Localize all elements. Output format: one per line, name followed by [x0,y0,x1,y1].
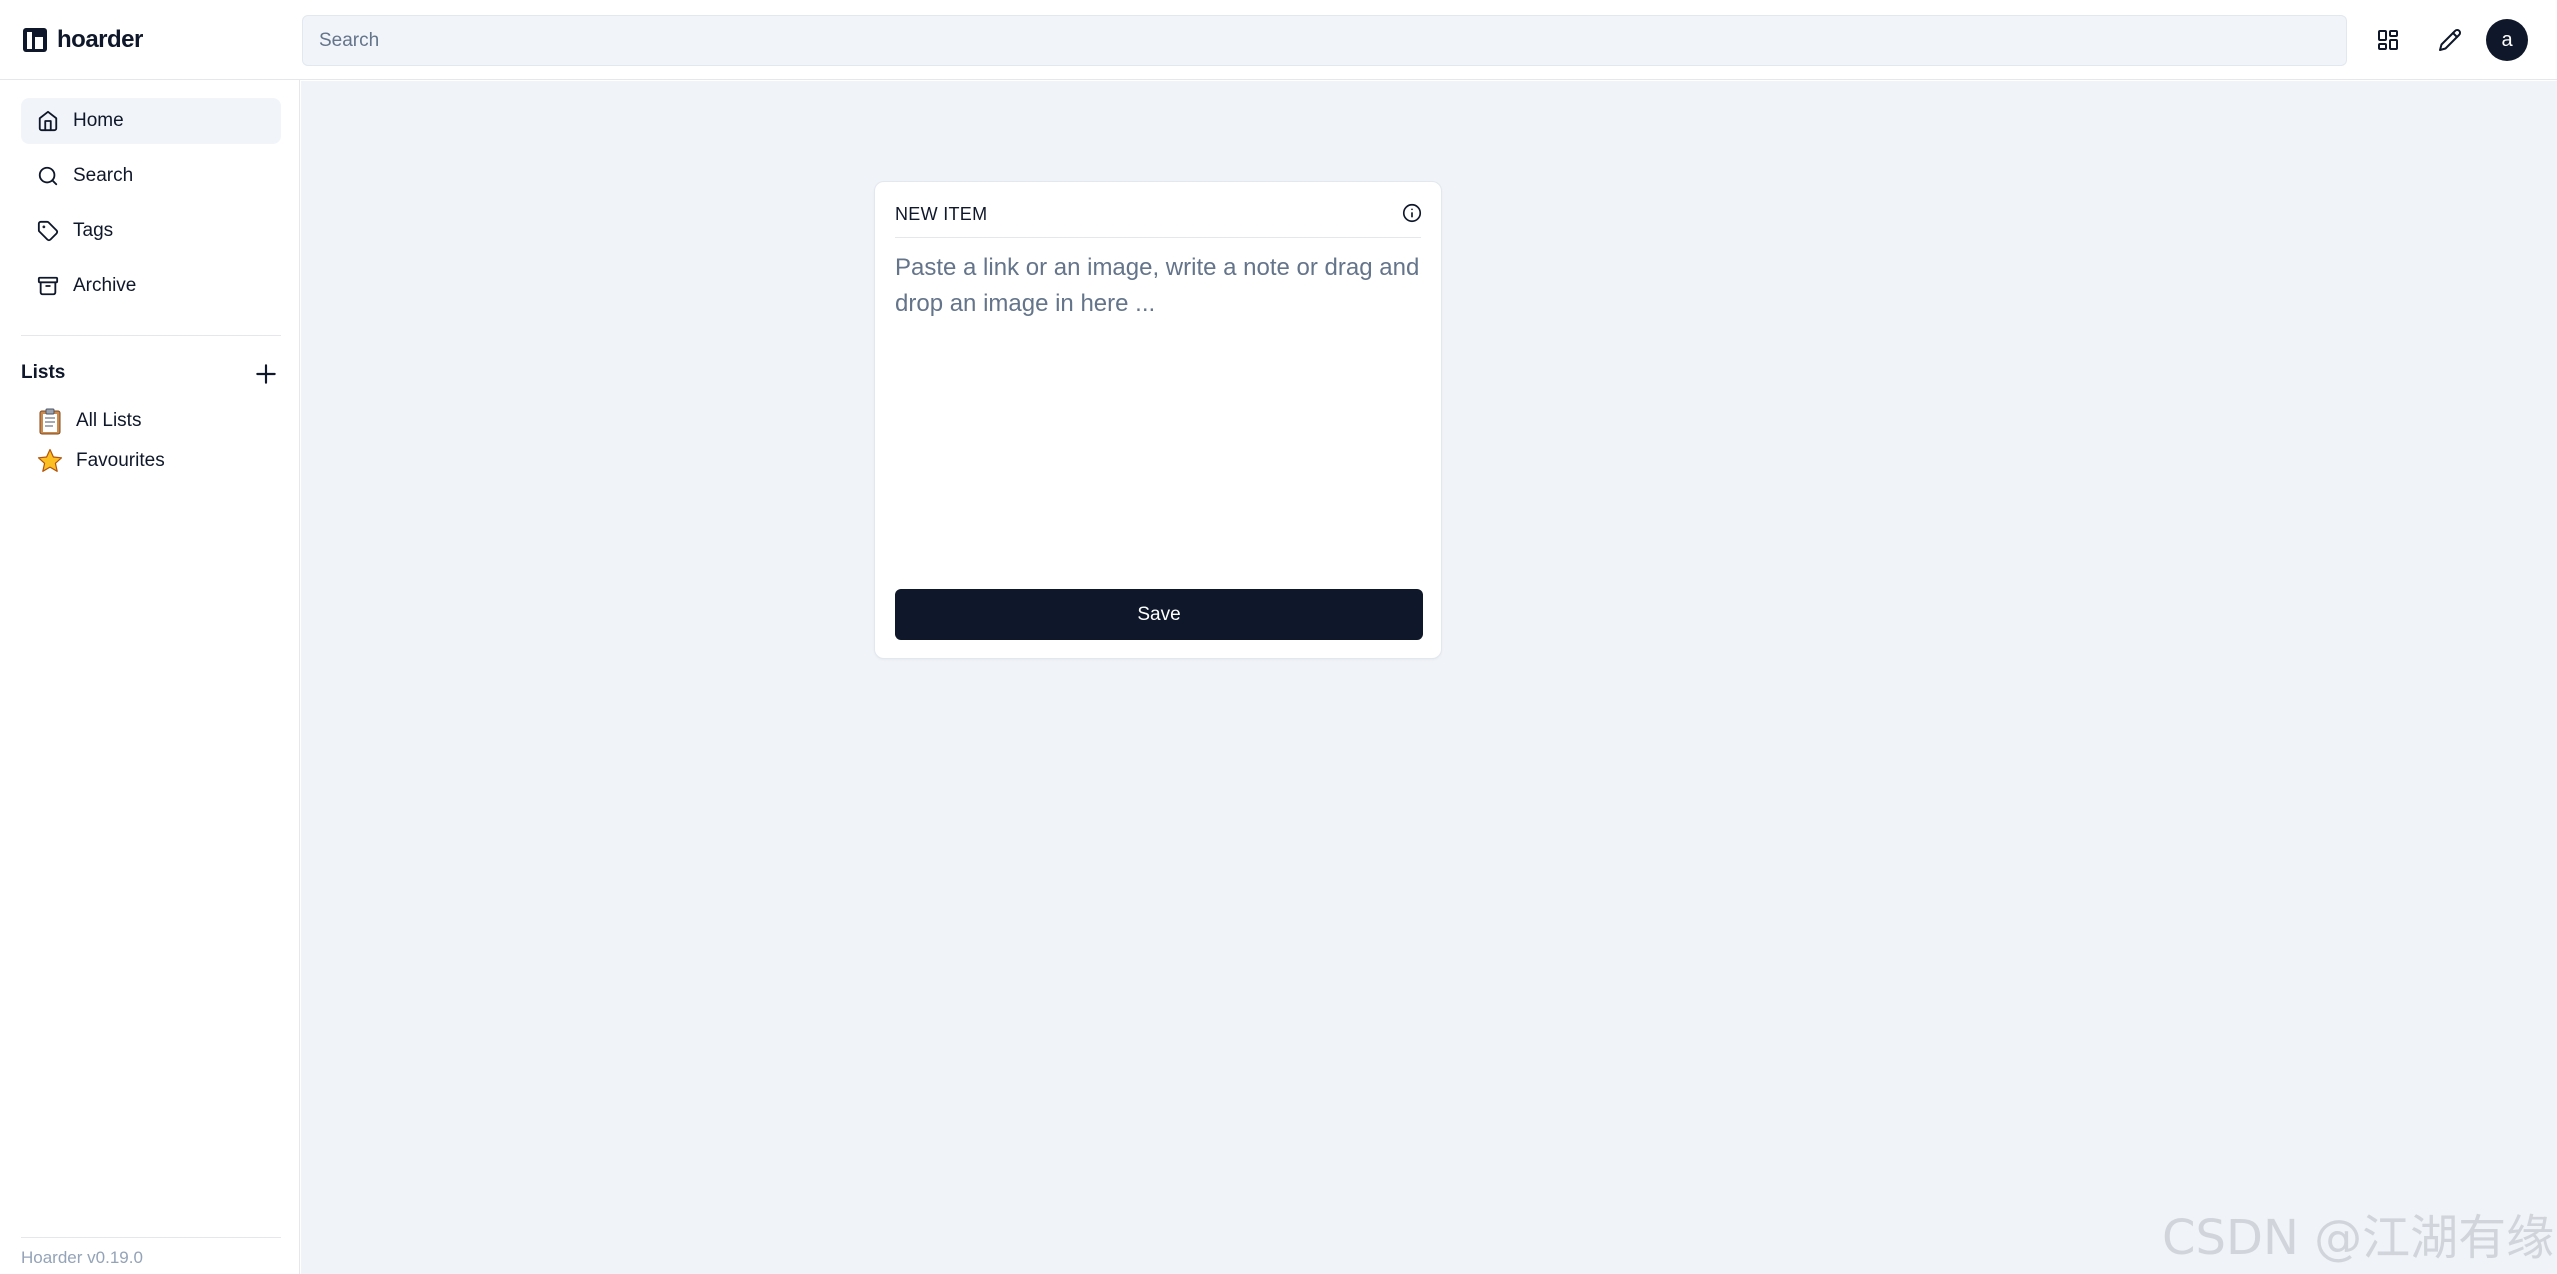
sidebar-divider [21,335,281,336]
sidebar-item-archive[interactable]: Archive [21,263,281,309]
archive-icon [37,276,59,296]
save-button[interactable]: Save [895,589,1423,640]
pencil-icon [2439,29,2462,51]
sidebar-item-label: Search [73,165,134,186]
search-input[interactable] [302,15,2347,66]
top-header: hoarder a [0,0,2557,80]
plus-icon [256,364,276,384]
info-icon[interactable] [1401,202,1423,224]
new-item-card: NEW ITEM Save [874,181,1442,659]
layout-button[interactable] [2368,20,2408,60]
lists-heading: Lists [21,362,66,383]
star-emoji-icon [37,448,63,472]
sidebar-item-label: Archive [73,275,137,296]
sidebar-item-label: Home [73,110,124,131]
sidebar-item-home[interactable]: Home [21,98,281,144]
user-avatar[interactable]: a [2486,19,2528,61]
app-name: hoarder [57,26,143,53]
list-item-favourites[interactable]: Favourites [36,443,165,479]
layout-grid-icon [2378,30,2398,50]
card-title: NEW ITEM [895,204,988,224]
tag-icon [37,220,59,242]
home-icon [38,110,58,132]
sidebar-item-search[interactable]: Search [21,153,281,199]
app-logo[interactable]: hoarder [21,22,143,58]
new-item-textarea[interactable] [895,250,1423,580]
main-content: NEW ITEM Save [301,81,2557,1274]
sidebar-item-label: Tags [73,220,114,241]
list-item-label: Favourites [76,450,165,471]
card-header: NEW ITEM [895,200,1423,238]
sidebar-item-tags[interactable]: Tags [21,208,281,254]
sidebar-footer-divider [21,1237,281,1238]
clipboard-emoji-icon [39,408,61,435]
app-version: Hoarder v0.19.0 [21,1248,143,1267]
watermark: CSDN @江湖有缘 [2162,1210,2555,1266]
add-list-button[interactable] [252,360,280,388]
search-icon [38,166,58,186]
list-item-label: All Lists [76,410,142,431]
sidebar: Home Search Tags Archive Lists All Lists… [0,80,300,1274]
edit-button[interactable] [2430,20,2470,60]
list-item-all-lists[interactable]: All Lists [36,403,141,439]
logo-icon [23,28,47,52]
